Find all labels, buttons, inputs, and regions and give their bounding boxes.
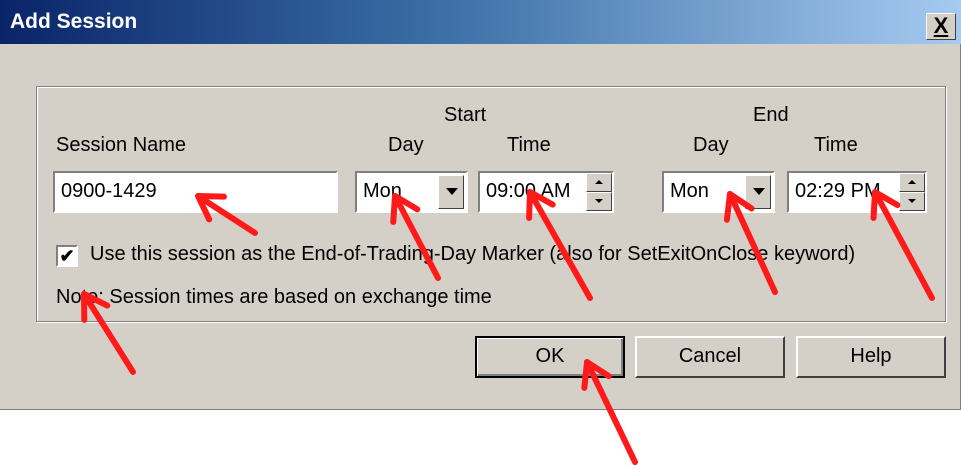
annotation-arrow-3 bbox=[527, 189, 593, 301]
annotation-arrows-layer bbox=[81, 189, 935, 465]
annotation-arrow-5 bbox=[872, 189, 935, 301]
